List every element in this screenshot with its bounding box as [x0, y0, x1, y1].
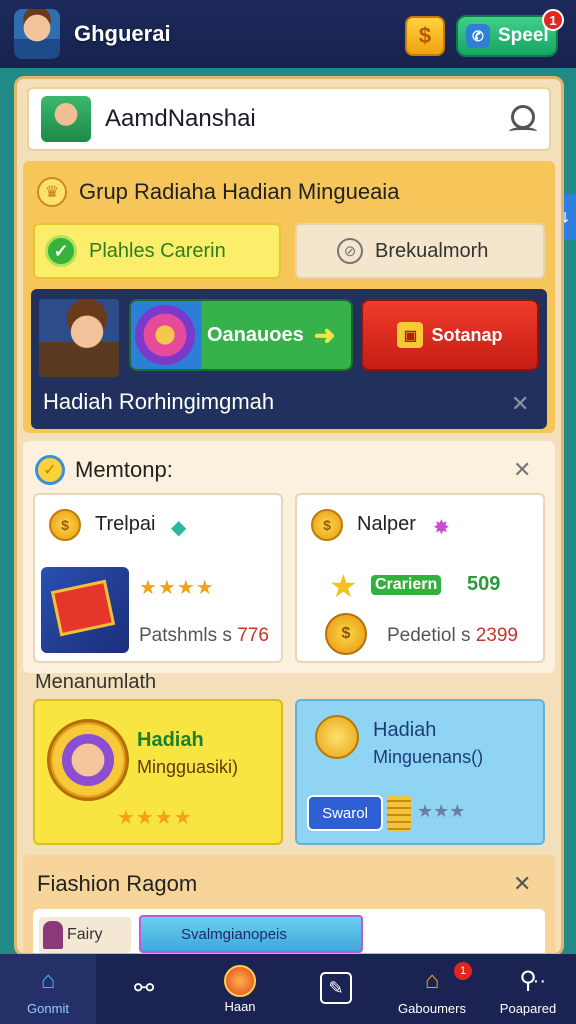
stat-label: Patshmls	[139, 625, 218, 646]
speed-label: Speel	[498, 25, 549, 46]
star-icon: ★	[329, 568, 358, 604]
notification-badge: 1	[542, 9, 564, 31]
top-bar: Ghguerai $ ✆ Speel 1	[0, 0, 576, 68]
fashion-item-label: Fairy	[67, 926, 103, 943]
play-button-label: Oanauoes	[207, 323, 304, 346]
group-header: ♛ Grup Radiaha Hadian Mingueaia	[37, 177, 399, 207]
star-rating: ★★★★	[139, 577, 215, 599]
chip-inactive-label: Brekualmorh	[375, 239, 489, 262]
group-title: Grup Radiaha Hadian Mingueaia	[79, 179, 400, 204]
banner-caption: Hadiah Rorhingimgmah	[43, 389, 275, 414]
coin-icon: $	[311, 509, 343, 541]
nav-item-ball[interactable]: Haan	[192, 954, 288, 1024]
coin-button[interactable]: $	[405, 16, 445, 56]
card-name: Nalper	[357, 513, 416, 535]
profile-avatar[interactable]	[41, 96, 91, 142]
stat-value: 2399	[475, 625, 519, 646]
chip-active-label: Plahles Carerin	[89, 239, 226, 262]
rewards-label: Menanumlath	[35, 671, 157, 693]
reward-title: Hadiah	[373, 719, 437, 741]
nav-item-house[interactable]: ⌂ 1 Gaboumers	[384, 954, 480, 1024]
chip-active[interactable]: ✓ Plahles Carerin	[33, 223, 281, 279]
crown-icon: ♛	[37, 177, 67, 207]
reward-title: Hadiah	[137, 729, 204, 751]
coin-icon: $	[49, 509, 81, 541]
red-action-button[interactable]: ▣ Sotanap	[361, 299, 539, 371]
star-rating: ★★★	[417, 801, 466, 821]
medal-icon	[47, 719, 129, 801]
avatar[interactable]	[14, 9, 60, 59]
group-section: ♛ Grup Radiaha Hadian Mingueaia ✓ Plahle…	[23, 161, 555, 433]
card-stat: Pedetiol s 2399	[387, 625, 519, 646]
reward-card-right[interactable]: Hadiah Minguenans() Swarol ★★★	[295, 699, 545, 845]
app-title: Ghguerai	[74, 21, 171, 46]
sparkle-icon: ✸	[433, 517, 450, 539]
membership-section: ✓ Memtonp: ✕ $ Trelpai ◆ ★★★★ Patshmls s…	[23, 441, 555, 673]
nav-label: Gonmit	[27, 1000, 69, 1016]
nav-label: Gaboumers	[398, 1000, 466, 1016]
character-icon	[43, 921, 63, 949]
fashion-item[interactable]: Fairy	[39, 917, 131, 953]
nav-item-edit[interactable]: ✎	[288, 954, 384, 1024]
red-action-label: Sotanap	[431, 324, 503, 345]
coin-stack-icon	[387, 795, 411, 831]
reward-subtitle: Minguenans()	[373, 747, 484, 767]
member-card-left[interactable]: $ Trelpai ◆ ★★★★ Patshmls s 776	[33, 493, 283, 663]
character-illustration	[39, 299, 119, 377]
member-card-right[interactable]: $ Nalper ✸ ★ Crariern 509 $ Pedetiol s 2…	[295, 493, 545, 663]
search-input[interactable]: AamdNanshai	[105, 105, 509, 133]
home-icon: ⌂	[40, 966, 56, 994]
gift-icon: ▣	[397, 322, 424, 348]
main-panel: AamdNanshai ♛ Grup Radiaha Hadian Mingue…	[14, 76, 564, 956]
membership-header: ✓ Memtonp:	[35, 455, 173, 485]
badge-number: 509	[467, 573, 501, 595]
link-icon: ⚯	[133, 974, 155, 1002]
nav-item-link[interactable]: ⚯	[96, 954, 192, 1024]
promo-banner: Oanauoes ➜ ▣ Sotanap Hadiah Rorhingimgma…	[31, 289, 547, 429]
fashion-banner[interactable]: Svalmgianopeis	[139, 915, 363, 953]
nav-label: Poapared	[499, 1000, 557, 1016]
more-icon[interactable]: ··	[533, 970, 546, 993]
ball-icon	[224, 964, 256, 997]
badge-icon: ✓	[35, 455, 65, 485]
star-rating: ★★★★	[117, 807, 193, 829]
coin-icon	[315, 715, 359, 759]
stat-value: 776	[237, 625, 269, 646]
fashion-title: Fiashion Ragom	[37, 871, 198, 896]
disc-icon	[135, 305, 195, 365]
nav-label: Haan	[224, 998, 256, 1014]
slash-icon: ⊘	[337, 238, 363, 264]
dollar-icon: $	[418, 23, 432, 48]
phone-icon: ✆	[466, 24, 490, 48]
close-icon[interactable]: ✕	[513, 457, 531, 483]
card-stat: Patshmls s 776	[139, 625, 269, 646]
play-button[interactable]: Oanauoes ➜	[129, 299, 353, 371]
gem-icon: ◆	[171, 517, 187, 539]
arrow-right-icon: ➜	[313, 319, 336, 350]
fashion-strip: Fairy Svalmgianopeis	[33, 909, 545, 953]
stat-label: Pedetiol	[387, 625, 456, 646]
nav-item-search[interactable]: ⚲ Poapared	[480, 954, 576, 1024]
nav-item-home[interactable]: ⌂ Gonmit	[0, 954, 96, 1024]
gift-box-icon	[41, 567, 129, 653]
coin-icon: $	[325, 613, 367, 655]
membership-title: Memtonp:	[75, 457, 173, 482]
chip-inactive[interactable]: ⊘ Brekualmorh	[295, 223, 545, 279]
fashion-section: Fiashion Ragom ✕ Fairy Svalmgianopeis	[23, 855, 555, 953]
search-bar[interactable]: AamdNanshai	[27, 87, 551, 151]
check-icon: ✓	[45, 235, 77, 267]
status-badge: Crariern	[371, 575, 442, 595]
close-icon[interactable]: ✕	[511, 391, 529, 417]
reward-subtitle: Mingguasiki)	[137, 757, 239, 777]
user-icon[interactable]	[509, 105, 537, 133]
speed-button[interactable]: ✆ Speel 1	[456, 9, 564, 57]
bottom-nav: ⌂ Gonmit ⚯ Haan ✎ ⌂ 1 Gaboumers ⚲ Poapar…	[0, 954, 576, 1024]
edit-icon: ✎	[320, 972, 352, 1004]
house-icon: ⌂	[424, 966, 440, 994]
reward-button[interactable]: Swarol	[307, 795, 383, 831]
close-icon[interactable]: ✕	[513, 871, 531, 897]
card-name: Trelpai	[95, 513, 156, 535]
notification-badge: 1	[454, 962, 472, 980]
reward-card-left[interactable]: Hadiah Mingguasiki) ★★★★	[33, 699, 283, 845]
